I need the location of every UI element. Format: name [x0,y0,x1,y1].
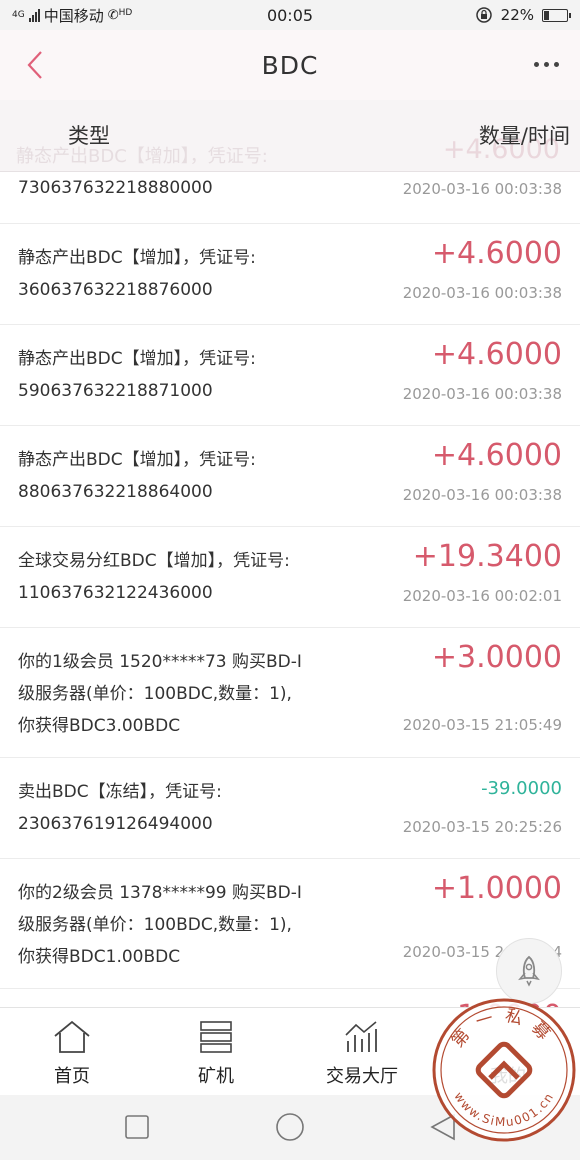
list-item[interactable]: 你的2级会员 1378*****99 购买BD-I 级服务器(单价：100BDC… [0,859,580,989]
back-button[interactable] [18,48,52,82]
tab-home[interactable]: 首页 [22,1018,122,1094]
row-time: 2020-03-16 00:03:38 [402,284,562,302]
list-item[interactable]: 静态产出BDC【增加】，凭证号: 880637632218864000 +4.6… [0,426,580,527]
lock-rotation-icon [475,7,492,23]
carrier-label: 中国移动 [43,6,104,25]
status-right: 22% [368,6,571,24]
row-description: 你的2级会员 1378*****99 购买BD-I 级服务器(单价：100BDC… [18,883,302,967]
list-item[interactable]: 卖出BDC【冻结】，凭证号: 230637619126494000 -39.00… [0,758,580,859]
chevron-left-icon [27,51,42,79]
row-time: 2020-03-16 00:02:01 [402,587,562,605]
more-dots-icon [533,61,539,67]
page-title: BDC [261,50,319,80]
row-description: 卖出BDC【冻结】，凭证号: 230637619126494000 [18,782,222,834]
row-amount: +4.6000 [431,438,562,473]
row-description: 你的1级会员 1520*****73 购买BD-I 级服务器(单价：100BDC… [18,652,302,736]
recent-apps-icon[interactable] [124,1114,150,1140]
row-amount: +3.0000 [431,640,562,675]
floating-rocket-button[interactable] [496,938,562,1004]
tab-trade[interactable]: 交易大厅 [312,1018,412,1094]
row-amount: +4.6000 [431,337,562,372]
row-description: 全球交易分红BDC【增加】，凭证号: 110637632122436000 [18,551,290,603]
battery-icon [542,8,571,22]
server-icon [166,1018,266,1056]
row-amount: +4.6000 [431,236,562,271]
transaction-list[interactable]: 730637632218880000 2020-03-16 00:03:38 静… [0,172,580,1007]
list-item[interactable]: 静态产出BDC【增加】，凭证号: 590637632218871000 +4.6… [0,325,580,426]
list-item[interactable]: 全球交易分红BDC【增加】，凭证号: 110637632122436000 +1… [0,527,580,628]
column-type-label: 类型 [68,124,110,148]
row-time: 2020-03-15 20:25:26 [402,818,562,836]
row-time: 2020-03-15 21:05:49 [402,716,562,734]
column-header: 静态产出BDC【增加】，凭证号: +4.6000 类型 数量/时间 [0,100,580,172]
watermark-seal: 第一私募 www.SiMu001.cn [430,996,578,1144]
tab-trade-label: 交易大厅 [326,1066,398,1087]
signal-icon [28,8,40,22]
status-left: 4G 中国移动 ✆HD [12,5,212,26]
battery-percent: 22% [500,6,534,24]
tab-miner-label: 矿机 [198,1066,234,1087]
row-amount: +1.0000 [431,871,562,906]
row-amount: -39.0000 [481,778,562,799]
row-time: 2020-03-16 00:03:38 [402,385,562,403]
list-item[interactable]: 你的1级会员 1520*****73 购买BD-I 级服务器(单价：100BDC… [0,628,580,758]
phone-hd-icon: ✆HD [107,7,133,23]
row-time: 2020-03-16 00:03:38 [402,180,562,198]
column-qty-time-label: 数量/时间 [478,124,570,148]
hd-label: HD [118,7,133,18]
home-icon [22,1018,122,1056]
list-item[interactable]: 静态产出BDC【增加】，凭证号: 360637632218876000 +4.6… [0,224,580,325]
tab-miner[interactable]: 矿机 [166,1018,266,1094]
list-item[interactable]: 730637632218880000 2020-03-16 00:03:38 [0,172,580,224]
row-description: 730637632218880000 [18,178,213,198]
more-dots-icon [553,61,559,67]
row-description: 静态产出BDC【增加】，凭证号: 880637632218864000 [18,450,256,502]
home-circle-icon[interactable] [275,1112,305,1142]
tab-home-label: 首页 [54,1066,90,1087]
more-dots-icon [543,61,549,67]
battery-fill [544,10,550,20]
nav-header: BDC [0,30,580,100]
status-bar: 4G 中国移动 ✆HD 00:05 22% [0,0,580,30]
row-amount: +19.3400 [412,539,562,574]
rocket-icon [518,955,540,987]
ghost-row-text: 静态产出BDC【增加】，凭证号: [16,146,268,167]
row-description: 静态产出BDC【增加】，凭证号: 590637632218871000 [18,349,256,401]
row-description: 静态产出BDC【增加】，凭证号: 360637632218876000 [18,248,256,300]
status-time: 00:05 [266,5,314,25]
more-button[interactable] [526,52,566,76]
row-time: 2020-03-16 00:03:38 [402,486,562,504]
chart-icon [312,1018,412,1056]
network-label: 4G [12,10,25,20]
